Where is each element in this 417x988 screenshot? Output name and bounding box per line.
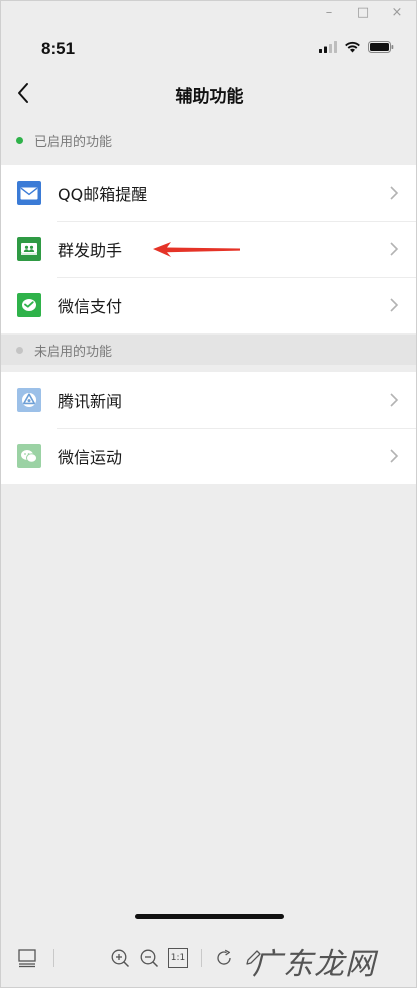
disabled-features-list: 腾讯新闻 微信运动 <box>1 372 416 484</box>
minimize-button[interactable]: – <box>322 6 336 20</box>
status-time: 8:51 <box>41 39 76 58</box>
group-message-icon <box>17 237 41 261</box>
chevron-right-icon <box>390 242 399 256</box>
layout-icon[interactable] <box>16 947 38 969</box>
wifi-icon <box>345 41 360 53</box>
enabled-status-dot <box>16 136 23 144</box>
actual-size-button[interactable]: 1:1 <box>168 948 188 968</box>
chevron-right-icon <box>390 186 399 200</box>
chevron-right-icon <box>390 449 399 463</box>
toolbar-divider <box>201 949 202 967</box>
chevron-right-icon <box>390 393 399 407</box>
mail-icon <box>17 181 41 205</box>
disabled-status-dot <box>16 346 23 354</box>
app-window: – □ × 8:51 辅助功能 已启用的功能 QQ邮箱提醒 群发助手 微信支付 … <box>0 0 417 988</box>
zoom-in-icon[interactable] <box>109 947 131 969</box>
tencent-news-icon <box>17 388 41 412</box>
feature-item-wechat-sport[interactable]: 微信运动 <box>1 428 416 484</box>
feature-label: 微信运动 <box>58 448 123 467</box>
feature-label: QQ邮箱提醒 <box>58 185 148 204</box>
section-enabled-header: 已启用的功能 <box>1 125 416 155</box>
wechat-sport-icon <box>17 444 41 468</box>
enabled-features-list: QQ邮箱提醒 群发助手 微信支付 <box>1 165 416 333</box>
feature-item-wechat-pay[interactable]: 微信支付 <box>1 277 416 333</box>
feature-item-group-message[interactable]: 群发助手 <box>1 221 416 277</box>
status-icons <box>319 41 394 53</box>
feature-item-tencent-news[interactable]: 腾讯新闻 <box>1 372 416 428</box>
feature-item-qq-mail[interactable]: QQ邮箱提醒 <box>1 165 416 221</box>
battery-icon <box>368 41 394 53</box>
section-disabled-header: 未启用的功能 <box>1 335 416 365</box>
watermark-logo: 广东龙网 <box>252 947 376 982</box>
close-button[interactable]: × <box>390 6 404 20</box>
viewer-toolbar: 1:1 广东龙网 <box>1 933 416 987</box>
page-title: 辅助功能 <box>175 87 244 107</box>
maximize-button[interactable]: □ <box>356 6 370 20</box>
cellular-signal-icon <box>319 41 337 53</box>
zoom-out-icon[interactable] <box>138 947 160 969</box>
section-disabled-label: 未启用的功能 <box>34 344 113 360</box>
section-enabled-label: 已启用的功能 <box>34 134 113 150</box>
toolbar-divider <box>53 949 54 967</box>
feature-label: 微信支付 <box>58 297 123 316</box>
wechat-pay-icon <box>17 293 41 317</box>
window-controls: – □ × <box>322 6 404 20</box>
feature-label: 腾讯新闻 <box>58 392 123 411</box>
chevron-right-icon <box>390 298 399 312</box>
rotate-icon[interactable] <box>213 947 235 969</box>
annotation-arrow <box>153 242 240 257</box>
home-indicator[interactable] <box>135 914 284 919</box>
